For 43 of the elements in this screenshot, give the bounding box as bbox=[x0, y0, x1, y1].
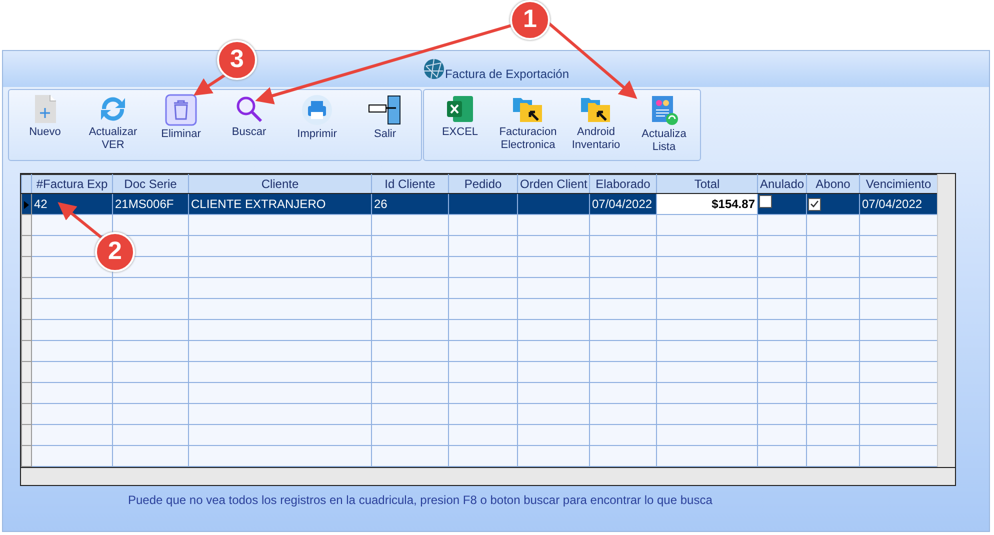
trash-icon bbox=[165, 94, 197, 126]
column-header[interactable]: #Factura Exp bbox=[32, 174, 112, 194]
column-header[interactable]: Orden Client bbox=[518, 174, 590, 194]
toolbar-button[interactable]: Salir bbox=[351, 94, 419, 158]
toolbar-button[interactable]: Eliminar bbox=[147, 94, 215, 158]
exit-door-icon bbox=[368, 94, 402, 126]
column-header[interactable]: Abono bbox=[806, 174, 860, 194]
toolbar-button[interactable]: Actualizar VER bbox=[79, 94, 147, 158]
callout-number: 1 bbox=[510, 0, 550, 40]
column-header[interactable]: Cliente bbox=[188, 174, 372, 194]
toolbar-button[interactable]: Buscar bbox=[215, 94, 283, 158]
toolbar-button[interactable]: EXCEL bbox=[426, 94, 494, 158]
list-document-icon bbox=[649, 94, 679, 126]
horizontal-scrollbar[interactable] bbox=[21, 467, 955, 485]
table-cell: 26 bbox=[372, 194, 448, 214]
table-cell: 07/04/2022 bbox=[860, 194, 938, 214]
globe-icon bbox=[422, 58, 445, 80]
annotation-arrow bbox=[194, 74, 226, 96]
column-header[interactable]: Doc Serie bbox=[112, 174, 188, 194]
callout-number: 3 bbox=[217, 40, 257, 80]
window-title: Factura de Exportación bbox=[444, 66, 570, 83]
column-header[interactable]: Id Cliente bbox=[372, 174, 448, 194]
printer-icon bbox=[301, 94, 333, 126]
toolbar-button[interactable]: Imprimir bbox=[283, 94, 351, 158]
status-message: Puede que no vea todos los registros en la cuadricula, presion F8 o boton buscar para encontrar lo que busca bbox=[127, 492, 714, 509]
table-cell: 07/04/2022 bbox=[590, 194, 656, 214]
toolbar-button[interactable]: Facturacion Electronica bbox=[494, 94, 562, 158]
column-header[interactable]: Vencimiento bbox=[860, 174, 938, 194]
vertical-scrollbar[interactable] bbox=[937, 174, 955, 468]
table-cell: CLIENTE EXTRANJERO bbox=[188, 194, 372, 214]
toolbar-button[interactable]: Actualiza Lista bbox=[630, 94, 698, 158]
table-cell: $154.87 bbox=[656, 194, 758, 214]
toolbar-button[interactable]: Android Inventario bbox=[562, 94, 630, 158]
spreadsheet-icon bbox=[445, 94, 475, 124]
annotation-arrow bbox=[58, 202, 103, 240]
toolbar-button[interactable]: Nuevo bbox=[11, 94, 79, 158]
column-header[interactable]: Elaborado bbox=[590, 174, 656, 194]
table-cell: 21MS006F bbox=[112, 194, 188, 214]
checkbox[interactable] bbox=[808, 198, 821, 210]
checkbox[interactable] bbox=[759, 195, 772, 208]
column-header[interactable]: Anulado bbox=[758, 174, 806, 194]
column-header[interactable]: Pedido bbox=[448, 174, 518, 194]
column-header[interactable]: Total bbox=[656, 174, 758, 194]
